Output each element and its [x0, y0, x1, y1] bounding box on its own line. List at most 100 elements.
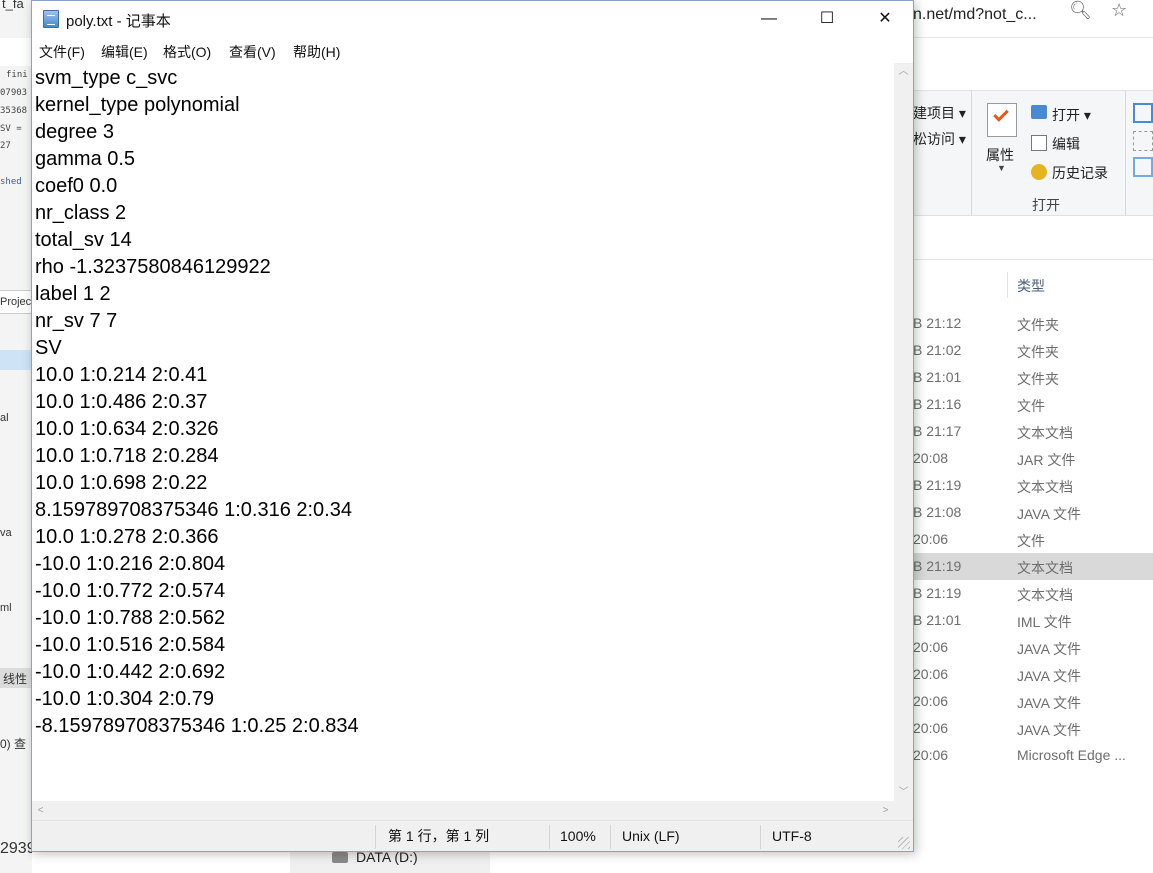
ide-fragment-text: ml: [0, 602, 12, 614]
history-button[interactable]: 历史记录: [1052, 163, 1108, 183]
status-divider: [610, 825, 611, 849]
text-line: -10.0 1:0.442 2:0.692: [35, 661, 226, 683]
text-line: SV: [35, 337, 62, 359]
modified-time: B 21:19: [913, 477, 962, 493]
text-line: 10.0 1:0.278 2:0.366: [35, 526, 219, 548]
ide-fragment-text: t_fa: [2, 0, 24, 11]
status-divider: [375, 825, 376, 849]
modified-time: B 21:01: [913, 612, 962, 628]
file-type: IML 文件: [1017, 614, 1072, 630]
explorer-file-row[interactable]: 20:06 JAVA 文件: [913, 661, 1153, 688]
scrollbar-corner: [894, 801, 913, 820]
minimize-button[interactable]: —: [740, 1, 798, 37]
explorer-file-row[interactable]: B 21:17 文本文档: [913, 418, 1153, 445]
text-line: -10.0 1:0.516 2:0.584: [35, 634, 226, 656]
text-line: kernel_type polynomial: [35, 94, 240, 116]
ide-fragment-text: 线性: [3, 672, 28, 686]
explorer-file-row[interactable]: B 21:19 文本文档: [913, 472, 1153, 499]
menu-view[interactable]: 查看(V): [229, 42, 276, 62]
ide-toolbar-strip: [0, 38, 32, 66]
file-type: JAR 文件: [1017, 452, 1076, 468]
editor-content: svm_type c_svc kernel_type polynomial degr…: [35, 65, 359, 740]
text-line: 10.0 1:0.486 2:0.37: [35, 391, 208, 413]
menu-file[interactable]: 文件(F): [39, 42, 85, 62]
status-divider: [549, 825, 550, 849]
chevron-down-icon: ▼: [997, 163, 1006, 173]
file-type: 文件: [1017, 533, 1045, 549]
title-bar[interactable]: poly.txt - 记事本 — ☐ ✕: [32, 1, 913, 37]
explorer-column-header: 类型: [913, 268, 1153, 302]
type-column-header[interactable]: 类型: [1017, 276, 1045, 296]
text-editor[interactable]: svm_type c_svc kernel_type polynomial degr…: [32, 63, 894, 801]
explorer-file-row[interactable]: 20:06 JAVA 文件: [913, 634, 1153, 661]
horizontal-scrollbar[interactable]: < >: [32, 801, 894, 820]
explorer-file-row[interactable]: 20:06 JAVA 文件: [913, 715, 1153, 742]
text-line: -10.0 1:0.304 2:0.79: [35, 688, 215, 710]
explorer-file-row[interactable]: B 21:01 IML 文件: [913, 607, 1153, 634]
status-divider: [760, 825, 761, 849]
explorer-file-row[interactable]: B 21:01 文件夹: [913, 364, 1153, 391]
url-fragment[interactable]: n.net/md?not_c...: [913, 6, 1037, 24]
close-button[interactable]: ✕: [856, 1, 914, 37]
explorer-file-row[interactable]: B 21:19 文本文档: [913, 580, 1153, 607]
text-line: 10.0 1:0.718 2:0.284: [35, 445, 219, 467]
text-line: -10.0 1:0.772 2:0.574: [35, 580, 226, 602]
file-type: 文本文档: [1017, 560, 1073, 576]
modified-time: B 21:08: [913, 504, 962, 520]
notepad-icon: [43, 10, 59, 28]
text-line: rho -1.3237580846129922: [35, 256, 271, 278]
easy-access-button[interactable]: 松访问 ▾: [913, 129, 966, 149]
edit-button[interactable]: 编辑: [1052, 134, 1080, 154]
ide-fragment-text: 27: [0, 141, 11, 151]
properties-icon[interactable]: [987, 103, 1017, 137]
menu-bar: 文件(F) 编辑(E) 格式(O) 查看(V) 帮助(H): [32, 37, 913, 63]
scroll-down-icon[interactable]: ﹀: [894, 784, 913, 801]
ide-project-tab[interactable]: Projec: [0, 296, 31, 308]
ide-fragment-text: shed: [0, 177, 22, 187]
explorer-file-row[interactable]: 20:08 JAR 文件: [913, 445, 1153, 472]
maximize-button[interactable]: ☐: [798, 1, 856, 37]
invert-selection-icon[interactable]: [1133, 157, 1153, 177]
text-line: -10.0 1:0.788 2:0.562: [35, 607, 226, 629]
new-item-button[interactable]: 建项目 ▾: [913, 103, 966, 123]
modified-time: 20:08: [913, 450, 949, 466]
scroll-up-icon[interactable]: ︿: [894, 63, 913, 80]
file-type: JAVA 文件: [1017, 506, 1082, 522]
scroll-right-icon[interactable]: >: [877, 801, 894, 820]
scroll-left-icon[interactable]: <: [32, 801, 49, 820]
explorer-address-bar[interactable]: [913, 216, 1153, 260]
menu-help[interactable]: 帮助(H): [293, 42, 340, 62]
star-icon[interactable]: ☆: [1111, 0, 1127, 21]
explorer-file-row[interactable]: B 21:19 文本文档: [913, 553, 1153, 580]
menu-edit[interactable]: 编辑(E): [101, 42, 148, 62]
resize-grip-icon[interactable]: [898, 837, 910, 849]
magnifier-icon[interactable]: 🔍︎: [1069, 0, 1092, 21]
select-none-icon[interactable]: [1133, 131, 1153, 151]
properties-button[interactable]: 属性: [986, 145, 1014, 165]
modified-time: B 21:19: [913, 585, 962, 601]
ribbon-group-label: 打开: [1032, 197, 1060, 213]
explorer-file-row[interactable]: B 21:12 文件夹: [913, 310, 1153, 337]
explorer-file-row[interactable]: B 21:16 文件: [913, 391, 1153, 418]
ribbon-separator: [971, 91, 972, 215]
explorer-file-row[interactable]: B 21:02 文件夹: [913, 337, 1153, 364]
modified-time: 20:06: [913, 747, 949, 763]
vertical-scrollbar[interactable]: ︿ ﹀: [894, 63, 913, 801]
text-line: nr_sv 7 7: [35, 310, 118, 332]
menu-format[interactable]: 格式(O): [163, 42, 211, 62]
column-divider: [1007, 272, 1008, 298]
ide-background: t_fa fini 07903 35368 SV = 27 shed Proje…: [0, 0, 32, 873]
notepad-window: poly.txt - 记事本 — ☐ ✕ 文件(F) 编辑(E) 格式(O) 查…: [31, 0, 914, 852]
modified-time: 20:06: [913, 531, 949, 547]
text-line: degree 3: [35, 121, 114, 143]
explorer-file-row[interactable]: 20:06 JAVA 文件: [913, 688, 1153, 715]
history-icon: [1031, 164, 1047, 180]
select-all-icon[interactable]: [1133, 103, 1153, 123]
explorer-file-row[interactable]: B 21:08 JAVA 文件: [913, 499, 1153, 526]
explorer-file-row[interactable]: 20:06 文件: [913, 526, 1153, 553]
modified-time: 20:06: [913, 666, 949, 682]
modified-time: 20:06: [913, 639, 949, 655]
browser-address-strip: n.net/md?not_c... 🔍︎ ☆: [913, 0, 1153, 38]
explorer-file-row[interactable]: 20:06 Microsoft Edge ...: [913, 742, 1153, 769]
open-button[interactable]: 打开 ▾: [1052, 105, 1091, 125]
